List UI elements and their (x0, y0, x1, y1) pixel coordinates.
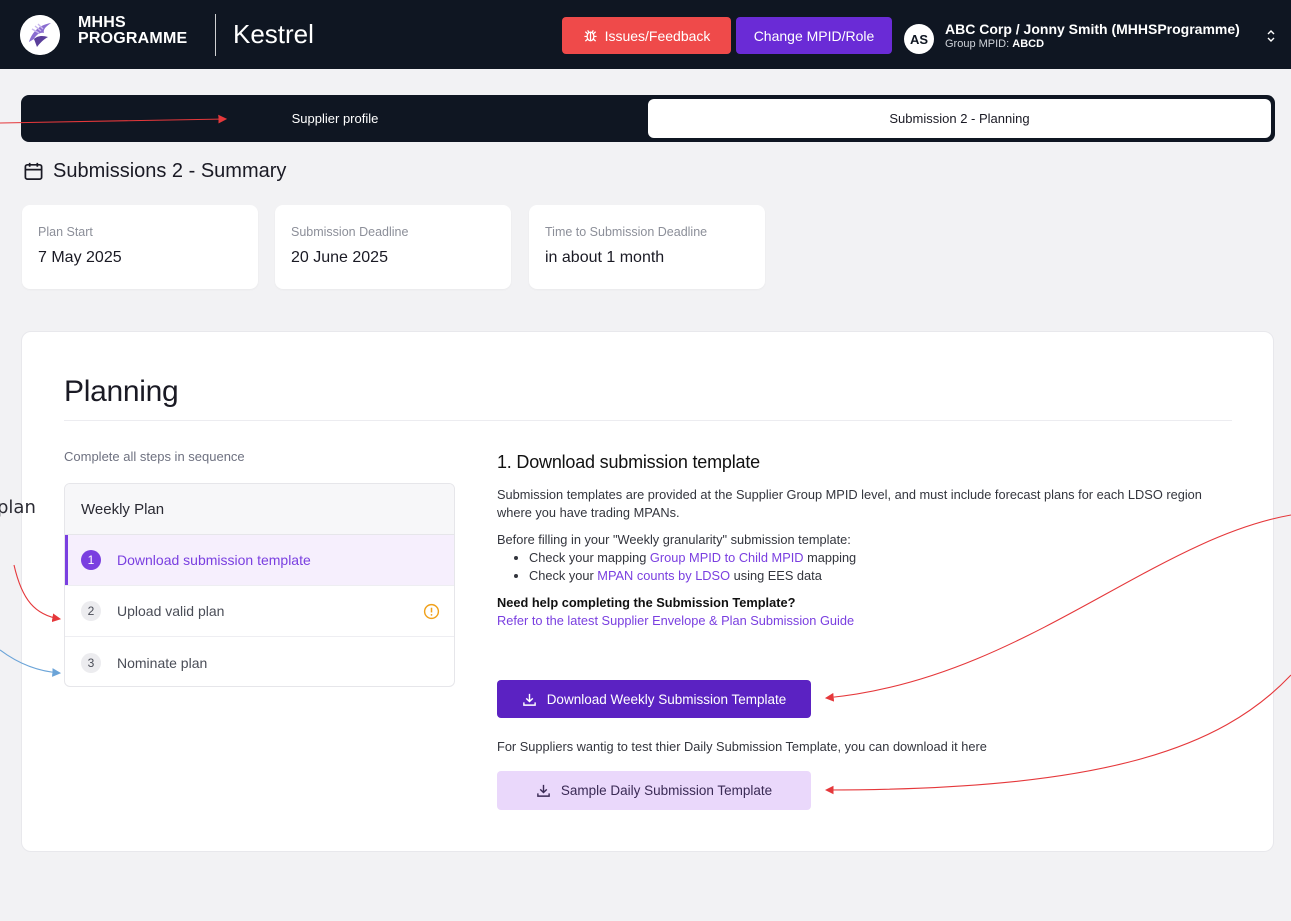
sample-daily-template-button[interactable]: Sample Daily Submission Template (497, 771, 811, 810)
step-nominate-plan[interactable]: 3 Nominate plan (65, 637, 454, 686)
summary-title: Submissions 2 - Summary (23, 160, 286, 183)
step-number: 3 (81, 652, 101, 673)
step-number: 2 (81, 601, 101, 621)
tab-supplier-profile[interactable]: Supplier profile (25, 99, 645, 138)
programme-logo-text: MHHS PROGRAMME (78, 14, 188, 47)
card-value: in about 1 month (545, 249, 665, 266)
logo-divider (215, 14, 216, 56)
list-item: Check your mapping Group MPID to Child M… (529, 549, 1227, 567)
kestrel-bird-logo-icon[interactable] (20, 15, 60, 55)
app-name[interactable]: Kestrel (233, 18, 314, 50)
download-button-label: Download Weekly Submission Template (546, 691, 787, 707)
bug-icon (583, 30, 597, 42)
summary-title-text: Submissions 2 - Summary (53, 160, 287, 182)
tab-bar: Supplier profile Submission 2 - Planning (21, 95, 1275, 142)
warning-icon (423, 603, 440, 620)
card-value: 7 May 2025 (38, 249, 122, 266)
step-label: Nominate plan (117, 654, 208, 671)
download-icon (536, 784, 550, 797)
step-number: 1 (81, 550, 101, 570)
issues-feedback-button[interactable]: Issues/Feedback (562, 17, 731, 54)
summary-card-time-to-deadline: Time to Submission Deadline in about 1 m… (529, 205, 765, 289)
step-upload-valid-plan[interactable]: 2 Upload valid plan (65, 586, 454, 637)
step-content: 1. Download submission template Submissi… (497, 450, 1227, 630)
card-label: Time to Submission Deadline (545, 225, 708, 239)
card-value: 20 June 2025 (291, 249, 388, 266)
submission-guide-link[interactable]: Refer to the latest Supplier Envelope & … (497, 612, 1227, 630)
card-label: Plan Start (38, 225, 93, 239)
issues-feedback-label: Issues/Feedback (604, 27, 711, 44)
top-navigation-bar: MHHS PROGRAMME Kestrel Issues/Feedback C… (0, 0, 1291, 69)
step-download-template[interactable]: 1 Download submission template (65, 535, 454, 586)
mpan-counts-link[interactable]: MPAN counts by LDSO (597, 568, 730, 583)
account-name: ABC Corp / Jonny Smith (MHHSProgramme) (945, 21, 1240, 37)
step-label: Download submission template (117, 552, 311, 568)
download-icon (522, 693, 536, 706)
steps-hint: Complete all steps in sequence (64, 449, 245, 464)
planning-title: Planning (64, 375, 179, 408)
step-heading: 1. Download submission template (497, 452, 760, 472)
download-weekly-template-button[interactable]: Download Weekly Submission Template (497, 680, 811, 718)
calendar-icon (24, 162, 43, 180)
intro-text: Submission templates are provided at the… (497, 487, 1202, 520)
divider (64, 420, 1232, 421)
planning-panel: Planning Complete all steps in sequence … (21, 331, 1274, 852)
group-mpid: Group MPID: ABCD (945, 38, 1045, 50)
annotation-edge-text: plan (0, 497, 36, 518)
tab-submission-2-planning[interactable]: Submission 2 - Planning (648, 99, 1271, 138)
summary-card-plan-start: Plan Start 7 May 2025 (22, 205, 258, 289)
help-question: Need help completing the Submission Temp… (497, 595, 796, 610)
group-to-child-mpid-link[interactable]: Group MPID to Child MPID (650, 550, 804, 565)
step-label: Upload valid plan (117, 603, 225, 619)
daily-template-note: For Suppliers wantig to test thier Daily… (497, 739, 987, 754)
change-mpid-role-button[interactable]: Change MPID/Role (736, 17, 892, 54)
before-text: Before filling in your "Weekly granulari… (497, 532, 851, 547)
avatar[interactable]: AS (904, 24, 934, 54)
chevron-up-down-icon[interactable] (1266, 29, 1276, 43)
checklist: Check your mapping Group MPID to Child M… (497, 549, 1227, 585)
steps-header: Weekly Plan (65, 484, 454, 535)
list-item: Check your MPAN counts by LDSO using EES… (529, 567, 1227, 585)
steps-list: Weekly Plan 1 Download submission templa… (64, 483, 455, 687)
sample-button-label: Sample Daily Submission Template (560, 783, 773, 798)
account-info[interactable]: ABC Corp / Jonny Smith (MHHSProgramme) G… (945, 21, 1240, 51)
card-label: Submission Deadline (291, 225, 409, 239)
summary-card-submission-deadline: Submission Deadline 20 June 2025 (275, 205, 511, 289)
